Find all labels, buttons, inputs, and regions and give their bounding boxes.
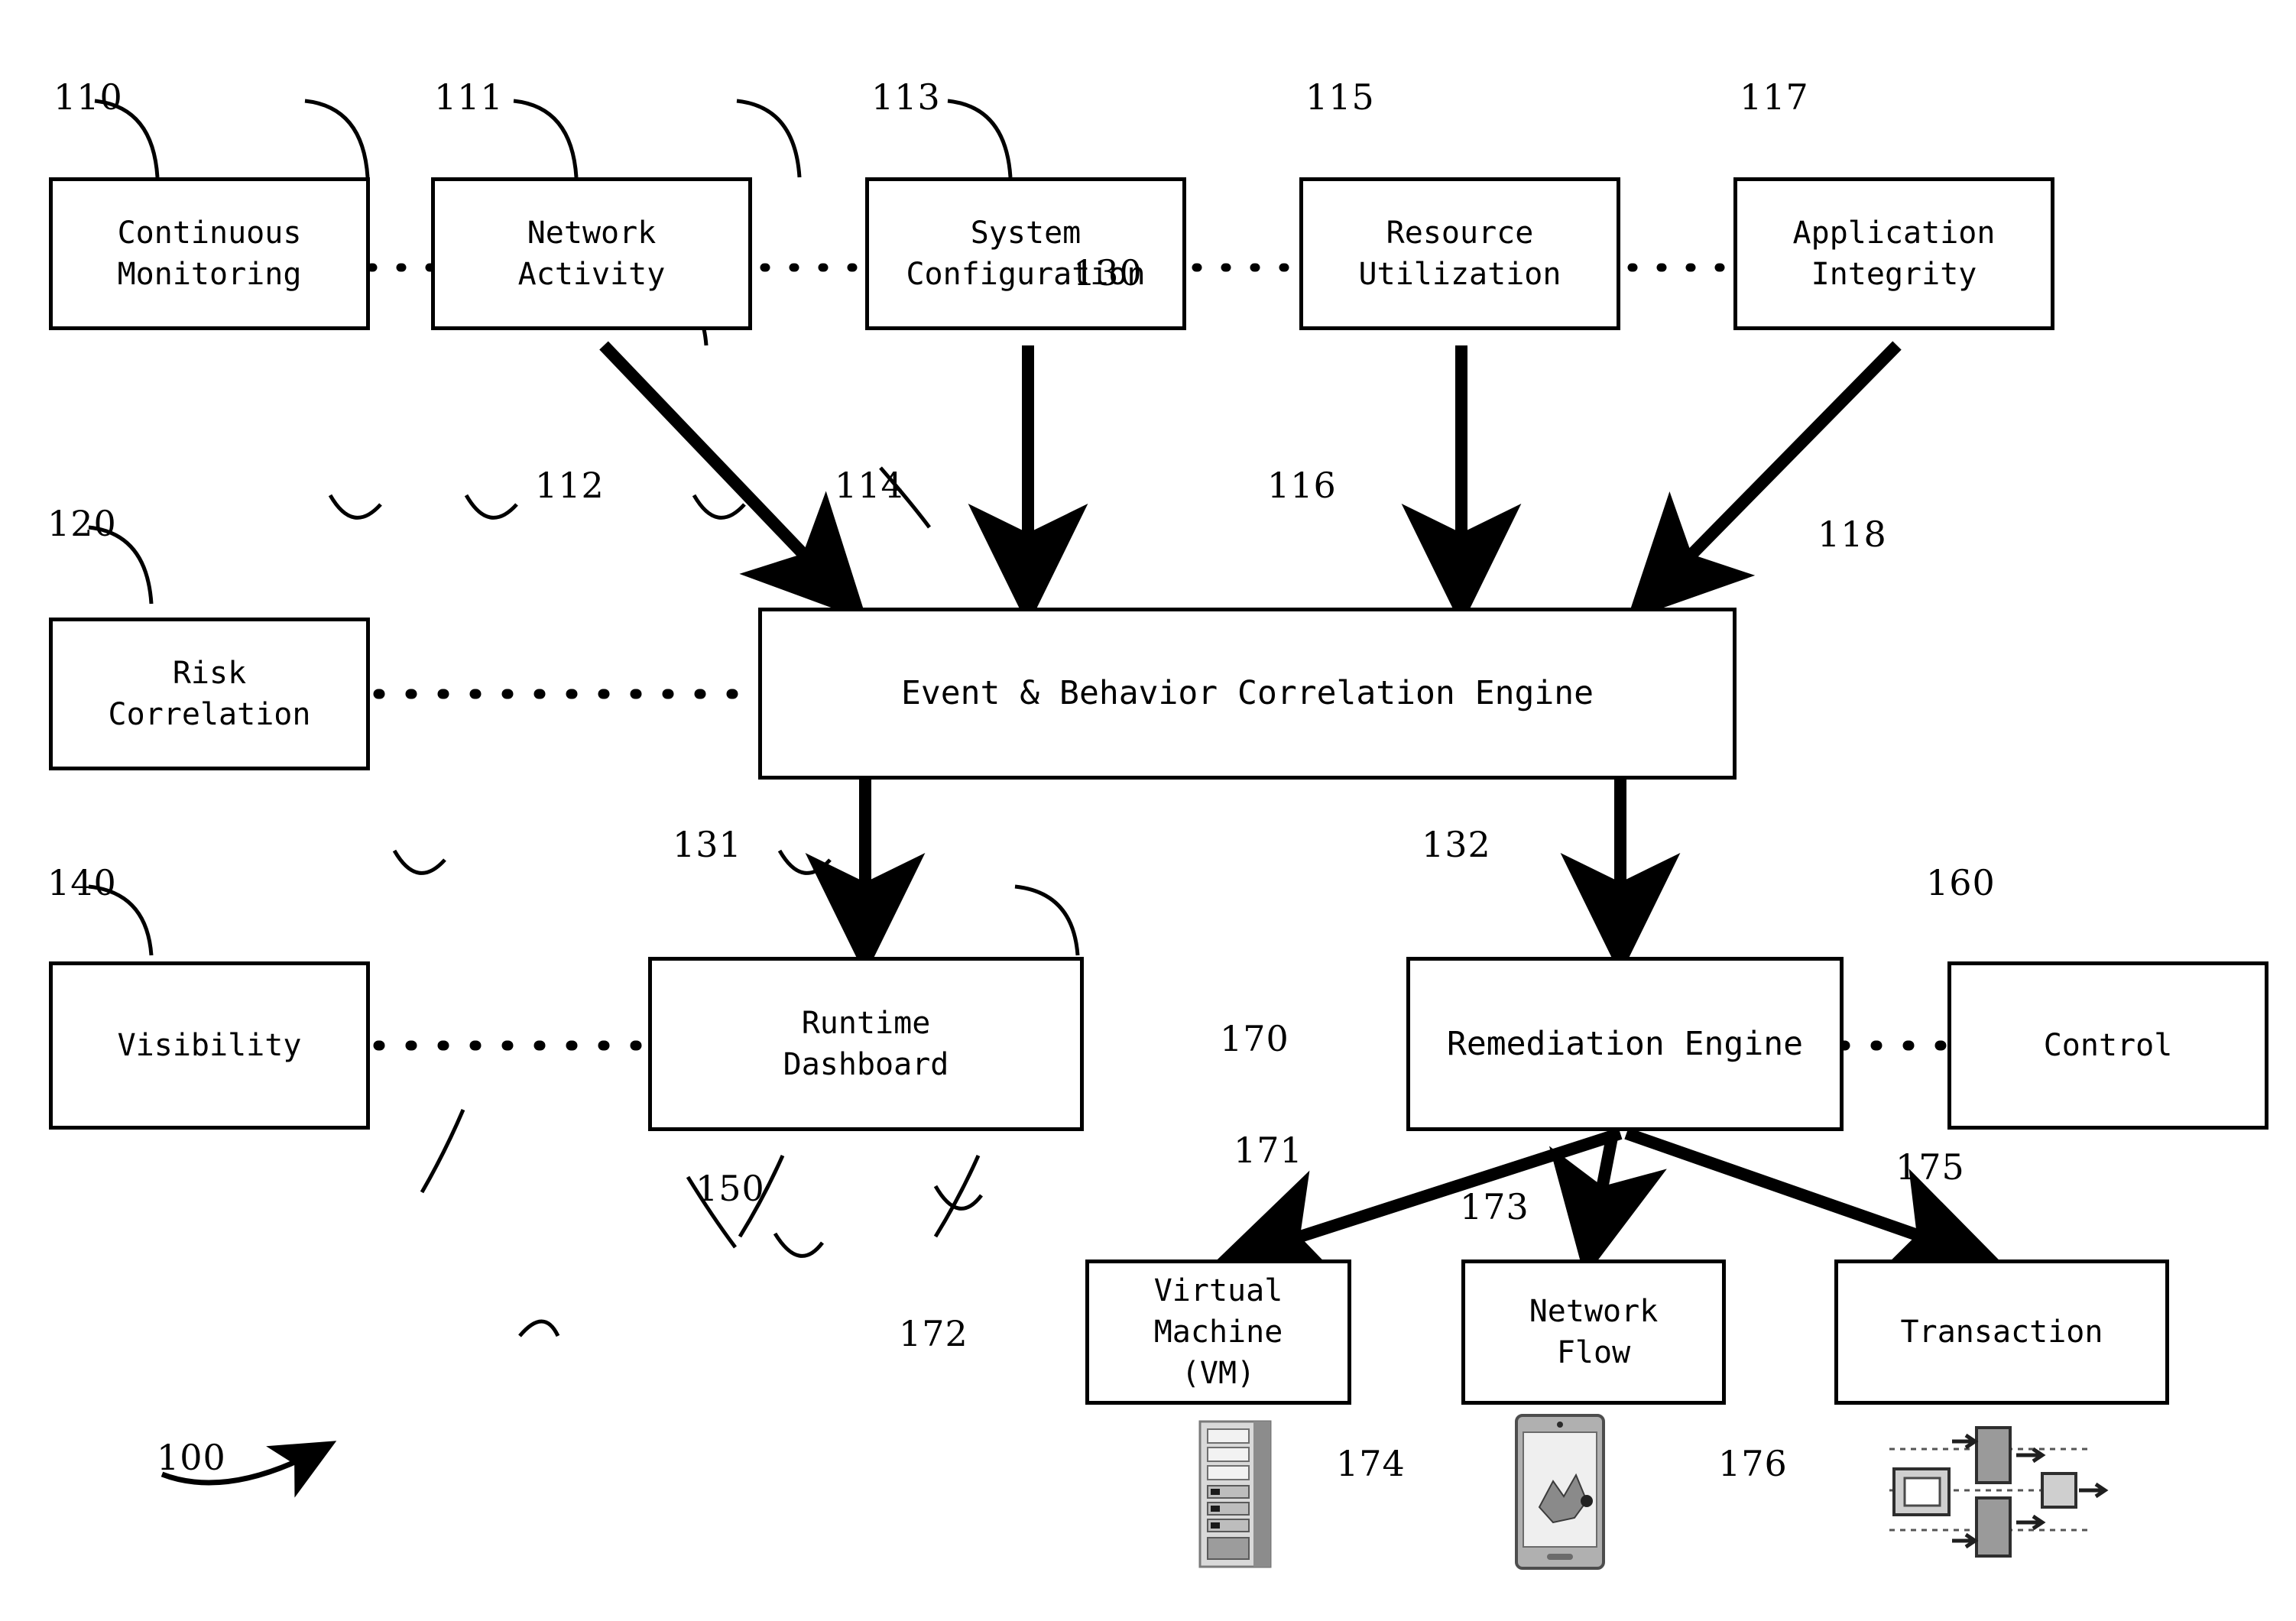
ref-112: 112 <box>535 465 605 506</box>
ref-113: 113 <box>871 76 941 118</box>
leader-115 <box>736 99 802 178</box>
ref-110: 110 <box>54 76 123 118</box>
ref-120: 120 <box>47 503 117 544</box>
ref-160: 160 <box>1926 862 1996 903</box>
ref-132: 132 <box>1422 824 1491 865</box>
node-runtime-dashboard[interactable]: Runtime Dashboard <box>648 957 1084 1131</box>
leader-131 <box>392 849 446 875</box>
node-network-flow[interactable]: Network Flow <box>1461 1260 1726 1405</box>
ref-131: 131 <box>673 824 742 865</box>
ref-172: 172 <box>899 1313 968 1354</box>
node-visibility[interactable]: Visibility <box>49 961 370 1130</box>
ref-100: 100 <box>157 1437 226 1478</box>
patent-figure: Continuous Monitoring Network Activity S… <box>0 0 2296 1621</box>
node-application-integrity[interactable]: Application Integrity <box>1733 177 2054 330</box>
ref-175: 175 <box>1895 1146 1965 1188</box>
leader-117 <box>947 99 1013 178</box>
server-rack-art <box>1198 1420 1272 1568</box>
arrow-173 <box>1549 1132 1667 1278</box>
leader-116 <box>692 494 746 520</box>
leader-113 <box>513 99 579 178</box>
node-resource-utilization[interactable]: Resource Utilization <box>1299 177 1620 330</box>
node-remediation-engine[interactable]: Remediation Engine <box>1406 957 1844 1131</box>
leader-172 <box>518 1319 560 1337</box>
node-risk-correlation[interactable]: Risk Correlation <box>49 618 370 770</box>
ref-111: 111 <box>434 76 504 118</box>
ref-114: 114 <box>835 465 904 506</box>
node-correlation-engine[interactable]: Event & Behavior Correlation Engine <box>758 608 1737 780</box>
ref-115: 115 <box>1305 76 1375 118</box>
arrow-112 <box>599 341 867 621</box>
leader-114 <box>464 494 518 520</box>
node-virtual-machine[interactable]: Virtual Machine (VM) <box>1085 1260 1351 1405</box>
arrow-118 <box>1626 341 1902 621</box>
ref-171: 171 <box>1234 1130 1303 1171</box>
leader-111 <box>304 99 370 178</box>
node-network-activity[interactable]: Network Activity <box>431 177 752 330</box>
ref-176: 176 <box>1718 1443 1788 1484</box>
leader-132 <box>777 849 832 875</box>
node-transaction[interactable]: Transaction <box>1834 1260 2169 1405</box>
ref-170: 170 <box>1220 1018 1289 1059</box>
leader-173 <box>773 1232 824 1258</box>
leader-160 <box>1014 884 1080 956</box>
ref-116: 116 <box>1267 465 1337 506</box>
network-topology-art <box>1889 1426 2109 1558</box>
ref-150: 150 <box>696 1168 765 1209</box>
node-continuous-monitoring[interactable]: Continuous Monitoring <box>49 177 370 330</box>
ref-118: 118 <box>1818 514 1887 555</box>
ref-173: 173 <box>1460 1186 1529 1227</box>
ref-140: 140 <box>47 862 117 903</box>
leader-112 <box>328 494 382 520</box>
leader-150 <box>420 1109 465 1194</box>
tablet-device-art <box>1515 1414 1605 1570</box>
node-control[interactable]: Control <box>1947 961 2268 1130</box>
ref-117: 117 <box>1740 76 1809 118</box>
ref-174: 174 <box>1336 1443 1406 1484</box>
ref-130: 130 <box>1073 252 1143 293</box>
